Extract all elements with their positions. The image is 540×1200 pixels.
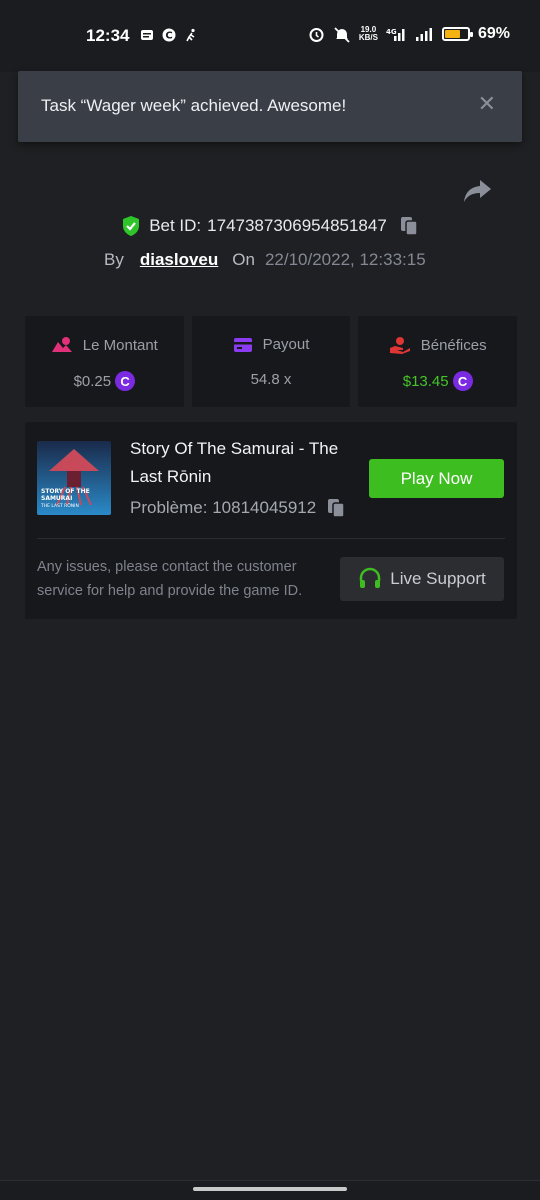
by-label: By	[104, 250, 124, 269]
share-icon[interactable]	[462, 178, 492, 204]
on-label: On	[232, 250, 255, 269]
stat-profit: Bénéfices $13.45 C	[358, 316, 518, 407]
divider	[37, 538, 505, 539]
battery-icon	[441, 27, 473, 41]
signal-4g-icon: 4G	[386, 28, 405, 41]
alarm-icon	[309, 27, 324, 42]
status-right: 19.0 KB/S 4G 69%	[308, 25, 510, 43]
status-time: 12:34	[86, 26, 130, 45]
stat-amount: Le Montant $0.25 C	[25, 316, 184, 407]
home-indicator[interactable]	[193, 1187, 347, 1191]
toast-message: Task “Wager week” achieved. Awesome!	[41, 96, 347, 115]
stat-label: Le Montant	[82, 336, 158, 354]
stat-label: Bénéfices	[420, 336, 487, 354]
copy-icon[interactable]	[399, 215, 419, 237]
verified-shield-icon	[123, 216, 140, 236]
copy-icon[interactable]	[326, 497, 346, 519]
username-link[interactable]: diasloveu	[140, 250, 218, 270]
live-support-button[interactable]: Live Support	[340, 557, 504, 601]
play-now-button[interactable]: Play Now	[369, 459, 504, 498]
stat-value: 54.8 x	[250, 371, 292, 388]
running-icon	[186, 28, 195, 42]
notification-icons: C	[140, 28, 198, 42]
status-bar: 12:34 C 19.0 KB/S 4G 69%	[0, 0, 540, 72]
currency-coin-icon: C	[115, 371, 136, 391]
game-card: STORY OF THE SAMURAI THE LAST RŌNIN Stor…	[25, 422, 517, 619]
bet-id-value: 1747387306954851847	[207, 216, 387, 235]
live-support-label: Live Support	[390, 569, 486, 588]
problem-id: 10814045912	[212, 498, 317, 517]
bet-id-label: Bet ID:	[149, 216, 202, 235]
problem-label: Problème:	[130, 498, 208, 517]
bet-id-row: Bet ID: 1747387306954851847	[0, 215, 540, 237]
game-thumbnail[interactable]: STORY OF THE SAMURAI THE LAST RŌNIN	[37, 441, 111, 515]
currency-coin-icon: C	[452, 371, 473, 391]
svg-text:4G: 4G	[386, 28, 397, 36]
svg-text:SAMURAI: SAMURAI	[41, 495, 72, 502]
c-app-icon: C	[162, 28, 176, 42]
bet-datetime: 22/10/2022, 12:33:15	[264, 250, 426, 269]
game-title: Story Of The Samurai - The Last Rōnin	[130, 439, 339, 486]
achievement-toast: Task “Wager week” achieved. Awesome! ✕	[18, 71, 522, 142]
stat-label: Payout	[262, 336, 310, 353]
bet-stats: Le Montant $0.25 C Payout 54.8 x Bénéfic…	[25, 316, 518, 407]
network-speed: 19.0 KB/S	[358, 25, 378, 42]
message-icon	[141, 30, 153, 40]
issues-text: Any issues, please contact the customer …	[37, 559, 303, 599]
stat-value: $13.45	[402, 372, 449, 390]
bet-meta-row: By diasloveu On 22/10/2022, 12:33:15	[104, 250, 426, 270]
amount-icon	[51, 337, 72, 352]
stat-value: $0.25	[73, 372, 112, 390]
payout-card-icon	[233, 337, 252, 352]
close-icon[interactable]: ✕	[478, 91, 496, 117]
svg-text:THE LAST RŌNIN: THE LAST RŌNIN	[40, 502, 79, 509]
svg-text:C: C	[165, 31, 172, 42]
profit-hand-icon	[389, 337, 410, 354]
signal-icon	[415, 28, 432, 41]
game-problem-row: Problème: 10814045912	[130, 497, 346, 519]
battery-percent: 69%	[477, 25, 510, 42]
svg-text:STORY OF THE: STORY OF THE	[41, 488, 90, 495]
headset-icon	[360, 567, 381, 588]
stat-payout: Payout 54.8 x	[191, 316, 351, 407]
mute-bell-icon	[334, 26, 350, 43]
